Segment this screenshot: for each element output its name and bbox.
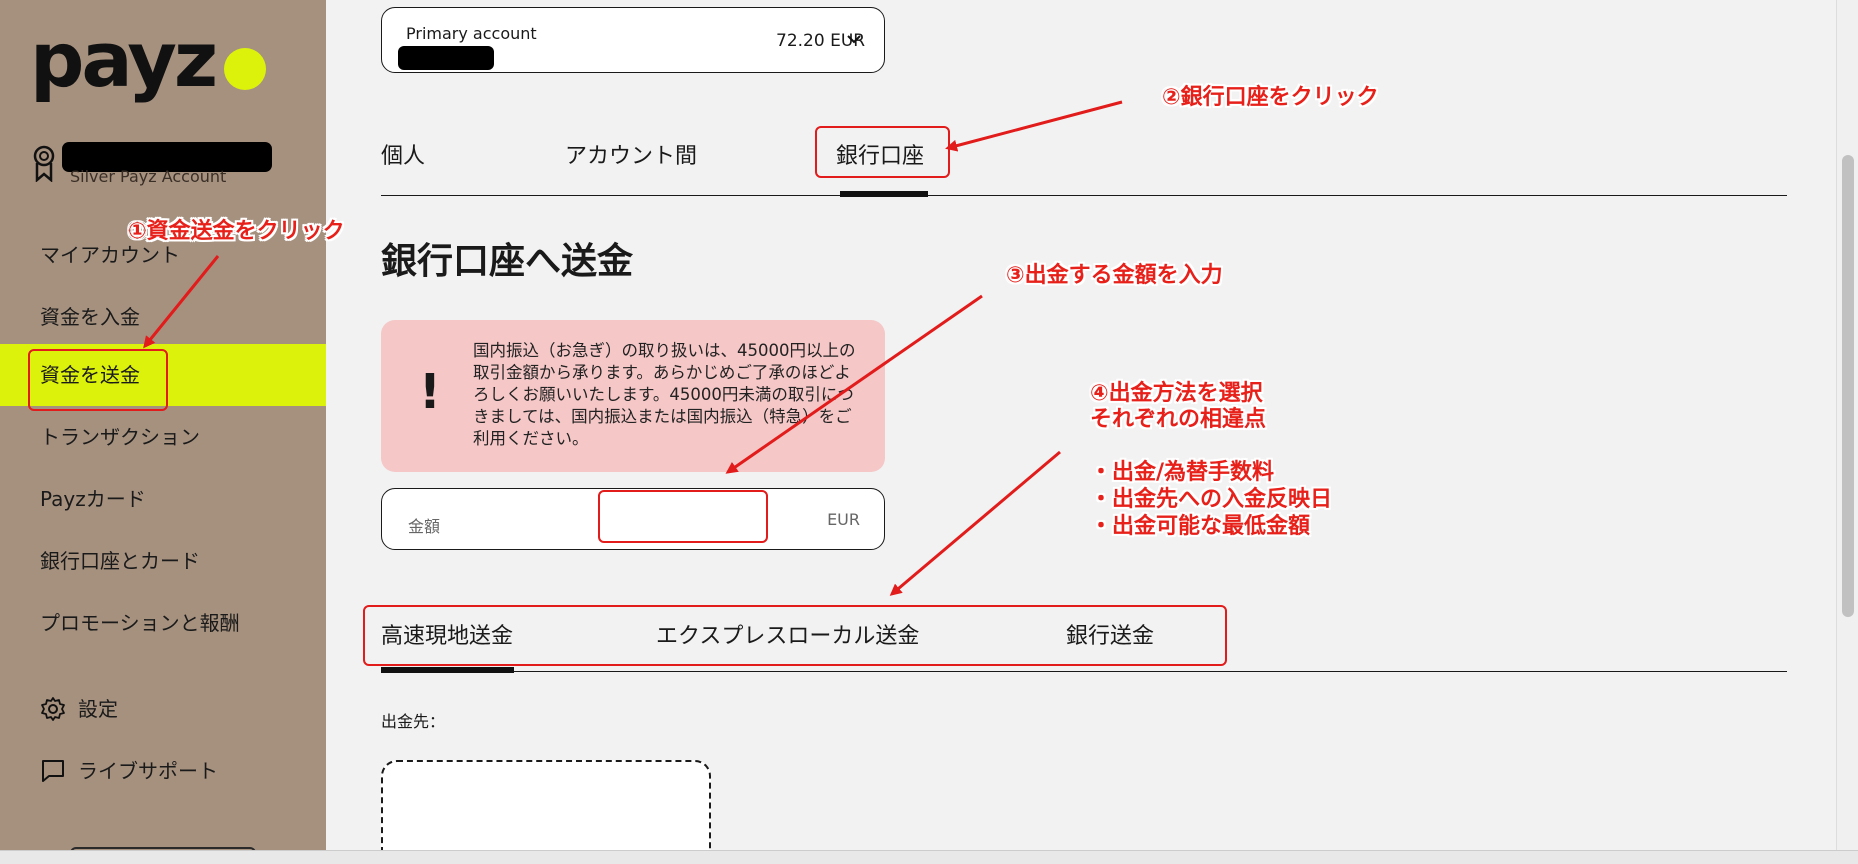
- annotation-step4-point2: ・出金先への入金反映日: [1090, 487, 1333, 512]
- logo-dot: [224, 48, 266, 90]
- tab-active-indicator: [840, 191, 928, 197]
- annotation-box-amount: [598, 490, 768, 543]
- annotation-step2: ②銀行口座をクリック: [1162, 85, 1379, 110]
- sidebar: payz Silver Payz Account マイアカウント 資金を入金 資…: [0, 0, 326, 864]
- transfer-type-tabs: 個人 アカウント間 銀行口座: [381, 138, 1787, 197]
- settings-label: 設定: [78, 697, 118, 721]
- exclamation-icon: !: [419, 364, 441, 420]
- user-profile[interactable]: Silver Payz Account: [30, 142, 300, 188]
- method-tab-active-indicator: [381, 667, 514, 673]
- sidebar-item-payz-card[interactable]: Payzカード: [0, 468, 326, 530]
- destination-label: 出金先：: [381, 712, 446, 731]
- gear-icon: [41, 697, 65, 721]
- tab-personal[interactable]: 個人: [381, 138, 425, 170]
- award-badge-icon: [33, 145, 55, 182]
- tab-between-accounts[interactable]: アカウント間: [565, 138, 697, 170]
- page-title: 銀行口座へ送金: [381, 241, 634, 282]
- annotation-box-send-funds: [28, 349, 168, 411]
- chevron-down-icon: [847, 35, 861, 44]
- scrollbar-thumb[interactable]: [1842, 155, 1854, 617]
- sidebar-item-bank-cards[interactable]: 銀行口座とカード: [0, 530, 326, 592]
- annotation-step4-point3: ・出金可能な最低金額: [1090, 514, 1311, 539]
- annotation-box-method-tabs: [363, 605, 1227, 666]
- annotation-step1: ①資金送金をクリック: [128, 219, 345, 244]
- annotation-step4-point1: ・出金/為替手数料: [1090, 460, 1275, 485]
- sidebar-item-deposit[interactable]: 資金を入金: [0, 286, 326, 348]
- notice-text: 国内振込（お急ぎ）の取り扱いは、45000円以上の取引金額から承ります。あらかじ…: [473, 341, 856, 448]
- account-tier: Silver Payz Account: [70, 167, 227, 186]
- annotation-box-bank-tab: [815, 126, 950, 178]
- sidebar-item-transactions[interactable]: トランザクション: [0, 406, 326, 468]
- sidebar-item-settings[interactable]: 設定: [0, 684, 326, 734]
- chat-bubble-icon: [42, 760, 64, 782]
- annotation-step4-line1: ④出金方法を選択: [1090, 381, 1263, 406]
- vertical-scrollbar[interactable]: [1836, 0, 1858, 850]
- live-support-label: ライブサポート: [78, 759, 218, 783]
- annotation-step4-line2: それぞれの相違点: [1090, 407, 1267, 432]
- add-bank-account-card[interactable]: + 銀行口座を追加: [381, 760, 711, 864]
- annotation-step3: ③出金する金額を入力: [1006, 263, 1223, 288]
- amount-label: 金額: [408, 517, 441, 536]
- taskbar-strip: [0, 850, 1858, 864]
- main-content: Primary account 72.20 EUR 個人 アカウント間 銀行口座…: [326, 0, 1836, 864]
- account-label: Primary account: [406, 24, 537, 43]
- account-selector[interactable]: Primary account 72.20 EUR: [381, 7, 885, 73]
- sidebar-item-live-support[interactable]: ライブサポート: [0, 746, 326, 796]
- payz-logo[interactable]: payz: [30, 22, 218, 98]
- redacted-account-number: [398, 46, 494, 70]
- amount-currency: EUR: [827, 510, 860, 529]
- sidebar-item-promotions[interactable]: プロモーションと報酬: [0, 592, 326, 654]
- notice-box: ! 国内振込（お急ぎ）の取り扱いは、45000円以上の取引金額から承ります。あら…: [381, 320, 885, 472]
